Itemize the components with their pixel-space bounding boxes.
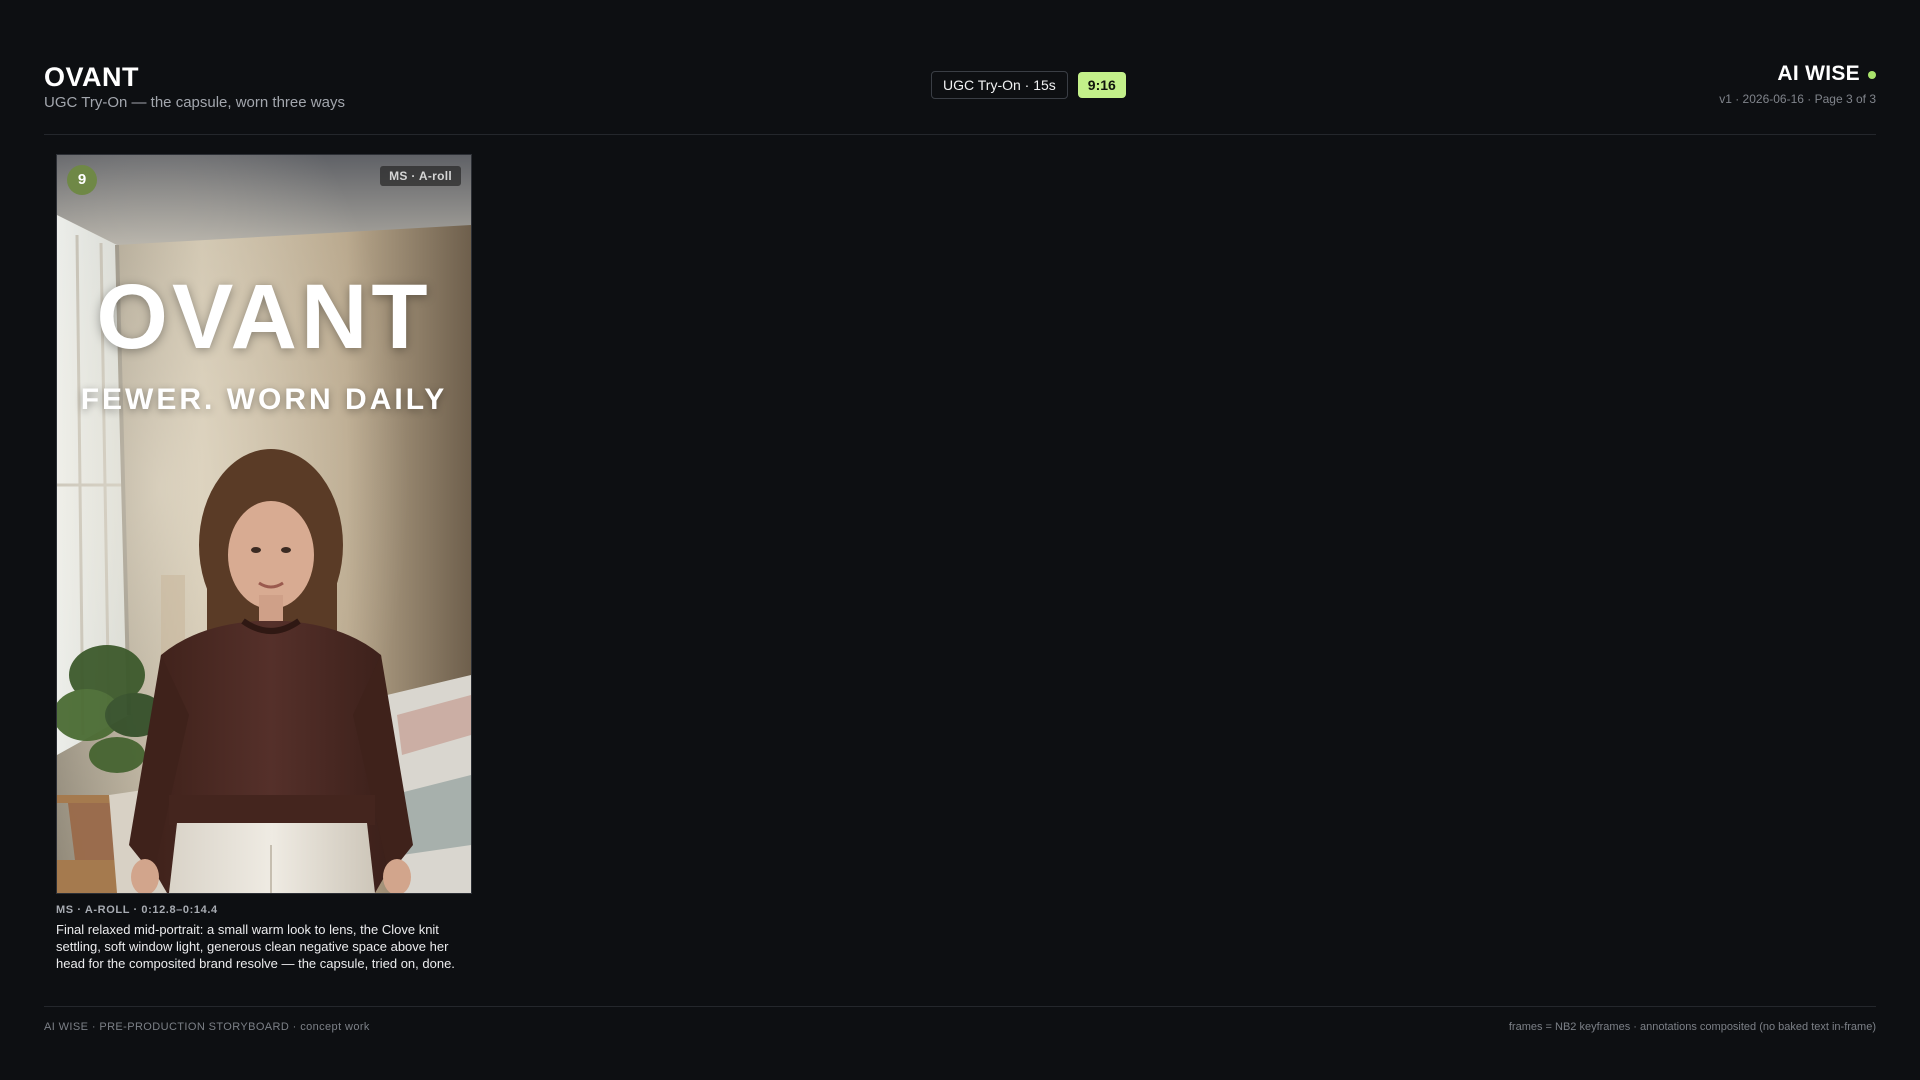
footer-right-text: frames = NB2 keyframes · annotations com… bbox=[1508, 1021, 1876, 1033]
frame-card: 9 MS · A-roll OVANT FEWER. WORN DAILY MS… bbox=[56, 154, 472, 972]
studio-name: AI WISE bbox=[1777, 62, 1860, 85]
shot-type-tag: MS · A-roll bbox=[380, 166, 461, 186]
frame-caption-label: MS · A-ROLL · 0:12.8–0:14.4 bbox=[56, 904, 218, 916]
brand-subtitle: UGC Try-On — the capsule, worn three way… bbox=[44, 94, 345, 111]
frame-thumbnail[interactable]: 9 MS · A-roll OVANT FEWER. WORN DAILY bbox=[56, 154, 472, 894]
status-dot-icon bbox=[1868, 70, 1876, 79]
overlay-brand-title: OVANT bbox=[96, 266, 432, 368]
version-meta: v1 · 2026-06-16 · Page 3 of 3 bbox=[1719, 92, 1876, 106]
frame-number-badge: 9 bbox=[67, 165, 97, 195]
brand-title: OVANT bbox=[44, 62, 139, 92]
studio-brand: AI WISE bbox=[1777, 62, 1876, 86]
format-pills: UGC Try-On · 15s 9:16 bbox=[931, 71, 1126, 99]
page-footer: AI WISE · PRE-PRODUCTION STORYBOARD · co… bbox=[44, 1006, 1876, 1047]
aspect-ratio-badge: 9:16 bbox=[1077, 72, 1126, 98]
page-header: OVANT UGC Try-On — the capsule, worn thr… bbox=[44, 58, 1876, 135]
footer-left-text: AI WISE · PRE-PRODUCTION STORYBOARD · co… bbox=[44, 1021, 370, 1033]
overlay-tagline: FEWER. WORN DAILY bbox=[80, 383, 448, 416]
storyboard-page: OVANT UGC Try-On — the capsule, worn thr… bbox=[0, 0, 1920, 1080]
format-badge: UGC Try-On · 15s bbox=[931, 71, 1068, 99]
frame-caption-text: Final relaxed mid-portrait: a small warm… bbox=[56, 922, 455, 971]
